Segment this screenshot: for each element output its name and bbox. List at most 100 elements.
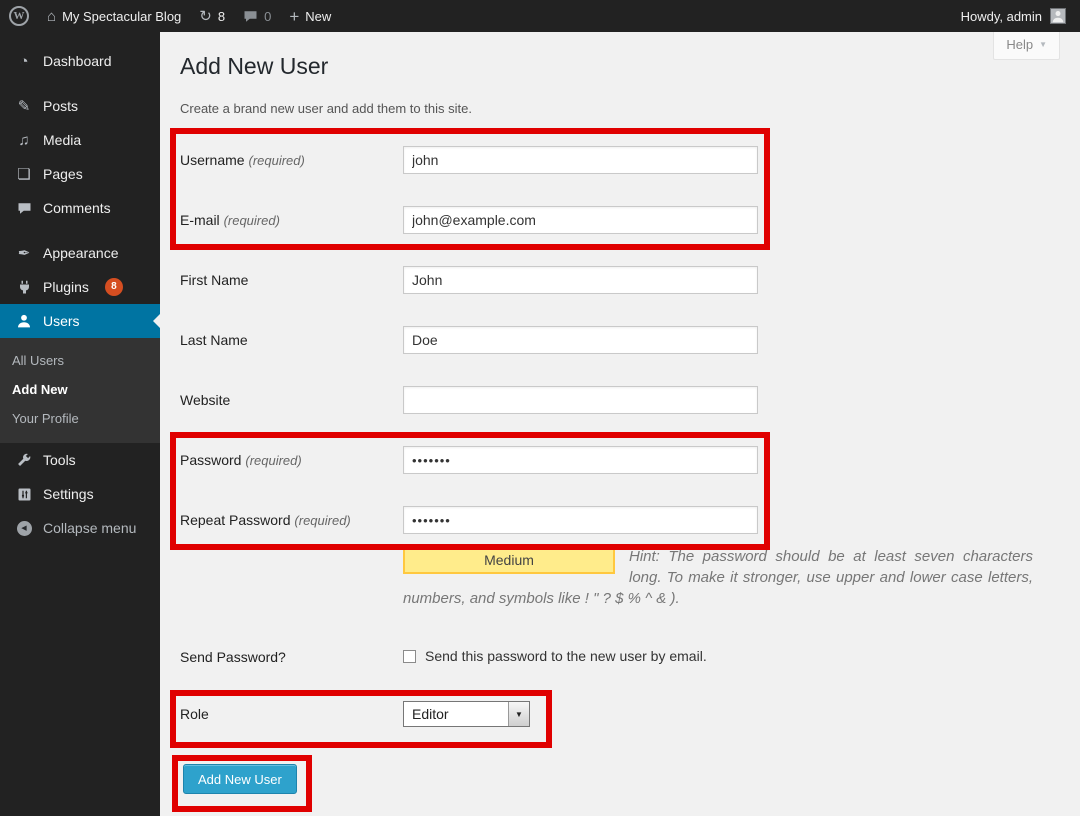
sidebar-item-media[interactable]: ♫ Media bbox=[0, 123, 160, 157]
updates-count: 8 bbox=[218, 9, 225, 24]
role-label: Role bbox=[180, 701, 403, 727]
role-selected-value: Editor bbox=[404, 706, 508, 722]
send-password-row: Send Password? Send this password to the… bbox=[180, 648, 1060, 666]
send-password-label: Send Password? bbox=[180, 648, 403, 666]
sidebar-item-label: Appearance bbox=[43, 245, 119, 261]
sidebar-item-label: Plugins bbox=[43, 279, 89, 295]
password-row: Password (required) bbox=[180, 446, 1060, 474]
send-password-checkbox-label: Send this password to the new user by em… bbox=[425, 648, 707, 664]
sidebar-item-settings[interactable]: Settings bbox=[0, 477, 160, 511]
password-label: Password (required) bbox=[180, 446, 403, 474]
repeat-password-field[interactable] bbox=[403, 506, 758, 534]
help-button[interactable]: Help ▼ bbox=[993, 32, 1060, 60]
help-label: Help bbox=[1006, 37, 1033, 52]
role-select[interactable]: Editor ▼ bbox=[403, 701, 530, 727]
howdy-admin-link[interactable]: Howdy, admin bbox=[961, 9, 1042, 24]
email-field[interactable] bbox=[403, 206, 758, 234]
send-password-checkbox[interactable] bbox=[403, 650, 416, 663]
website-label: Website bbox=[180, 386, 403, 414]
submenu-item-your-profile[interactable]: Your Profile bbox=[0, 404, 160, 433]
sidebar-item-appearance[interactable]: ✒ Appearance bbox=[0, 236, 160, 270]
sidebar-item-users[interactable]: Users bbox=[0, 304, 160, 338]
sidebar-item-label: Users bbox=[43, 313, 80, 329]
sliders-icon bbox=[14, 487, 34, 502]
pages-icon: ❏ bbox=[14, 167, 34, 182]
last-name-label: Last Name bbox=[180, 326, 403, 354]
plug-icon bbox=[14, 280, 34, 295]
strength-field: Medium Hint: The password should be at l… bbox=[403, 546, 1033, 610]
submenu-item-add-new[interactable]: Add New bbox=[0, 375, 160, 404]
username-field[interactable] bbox=[403, 146, 758, 174]
user-icon bbox=[14, 313, 34, 329]
updates-link[interactable]: ↻ 8 bbox=[190, 0, 234, 32]
pushpin-icon: ✎ bbox=[14, 99, 34, 114]
add-new-user-button[interactable]: Add New User bbox=[183, 764, 297, 794]
website-row: Website bbox=[180, 386, 1060, 414]
sidebar-item-posts[interactable]: ✎ Posts bbox=[0, 89, 160, 123]
comment-bubble-icon bbox=[14, 201, 34, 216]
new-label: New bbox=[305, 9, 331, 24]
strength-spacer bbox=[180, 546, 403, 610]
wrench-icon bbox=[14, 452, 34, 468]
email-row: E-mail (required) bbox=[180, 206, 1060, 234]
comments-link[interactable]: 0 bbox=[234, 0, 280, 32]
first-name-field[interactable] bbox=[403, 266, 758, 294]
website-field[interactable] bbox=[403, 386, 758, 414]
sidebar-item-dashboard[interactable]: ◔ Dashboard bbox=[0, 44, 160, 78]
password-strength-meter: Medium bbox=[403, 546, 615, 574]
dropdown-arrow-icon: ▼ bbox=[508, 702, 529, 726]
password-strength-row: Medium Hint: The password should be at l… bbox=[180, 546, 1060, 610]
sidebar-item-label: Media bbox=[43, 132, 81, 148]
first-name-row: First Name bbox=[180, 266, 1060, 294]
sidebar-item-label: Pages bbox=[43, 166, 83, 182]
repeat-password-row: Repeat Password (required) bbox=[180, 506, 1060, 534]
sidebar-item-plugins[interactable]: Plugins 8 bbox=[0, 270, 160, 304]
page-title: Add New User bbox=[180, 52, 1060, 81]
sidebar-item-pages[interactable]: ❏ Pages bbox=[0, 157, 160, 191]
collapse-icon: ◀ bbox=[14, 521, 34, 536]
sidebar-item-label: Settings bbox=[43, 486, 94, 502]
sidebar-item-tools[interactable]: Tools bbox=[0, 443, 160, 477]
avatar[interactable] bbox=[1050, 8, 1066, 24]
sidebar-item-collapse-menu[interactable]: ◀ Collapse menu bbox=[0, 511, 160, 545]
site-name-label: My Spectacular Blog bbox=[62, 9, 181, 24]
chevron-down-icon: ▼ bbox=[1039, 41, 1047, 49]
media-icon: ♫ bbox=[14, 133, 34, 148]
sidebar-item-label: Tools bbox=[43, 452, 76, 468]
last-name-field[interactable] bbox=[403, 326, 758, 354]
comments-count: 0 bbox=[264, 9, 271, 24]
email-label: E-mail (required) bbox=[180, 206, 403, 234]
required-note: (required) bbox=[224, 213, 280, 228]
username-label: Username (required) bbox=[180, 146, 403, 174]
send-password-field: Send this password to the new user by em… bbox=[403, 648, 707, 666]
sidebar-item-comments[interactable]: Comments bbox=[0, 191, 160, 225]
users-submenu: All Users Add New Your Profile bbox=[0, 338, 160, 443]
admin-bar: W ⌂ My Spectacular Blog ↻ 8 0 + New Howd… bbox=[0, 0, 1080, 32]
updates-icon: ↻ bbox=[199, 9, 212, 24]
admin-sidebar: ◔ Dashboard ✎ Posts ♫ Media ❏ Pages Comm… bbox=[0, 32, 160, 816]
first-name-label: First Name bbox=[180, 266, 403, 294]
username-row: Username (required) bbox=[180, 146, 1060, 174]
home-icon: ⌂ bbox=[47, 9, 56, 24]
password-field[interactable] bbox=[403, 446, 758, 474]
main-content: Help ▼ Add New User Create a brand new u… bbox=[160, 32, 1080, 816]
page-subtitle: Create a brand new user and add them to … bbox=[180, 100, 1060, 117]
sidebar-item-label: Comments bbox=[43, 200, 111, 216]
sidebar-separator bbox=[0, 78, 160, 89]
plugins-update-badge: 8 bbox=[105, 278, 123, 296]
wordpress-admin-add-new-user: { "admin_bar": { "site_name": "My Specta… bbox=[0, 0, 1080, 816]
plus-icon: + bbox=[289, 8, 299, 25]
site-name-link[interactable]: ⌂ My Spectacular Blog bbox=[38, 0, 190, 32]
dashboard-icon: ◔ bbox=[14, 54, 34, 69]
submenu-item-all-users[interactable]: All Users bbox=[0, 346, 160, 375]
role-row: Role Editor ▼ bbox=[180, 701, 1060, 727]
required-note: (required) bbox=[294, 513, 350, 528]
paintbrush-icon: ✒ bbox=[14, 246, 34, 261]
add-user-form: Username (required) E-mail (required) Fi… bbox=[180, 146, 1060, 794]
sidebar-item-label: Posts bbox=[43, 98, 78, 114]
sidebar-item-label: Collapse menu bbox=[43, 520, 136, 536]
wordpress-logo-icon: W bbox=[9, 6, 29, 26]
sidebar-separator bbox=[0, 225, 160, 236]
wordpress-logo-menu[interactable]: W bbox=[0, 0, 38, 32]
new-content-menu[interactable]: + New bbox=[280, 0, 340, 32]
